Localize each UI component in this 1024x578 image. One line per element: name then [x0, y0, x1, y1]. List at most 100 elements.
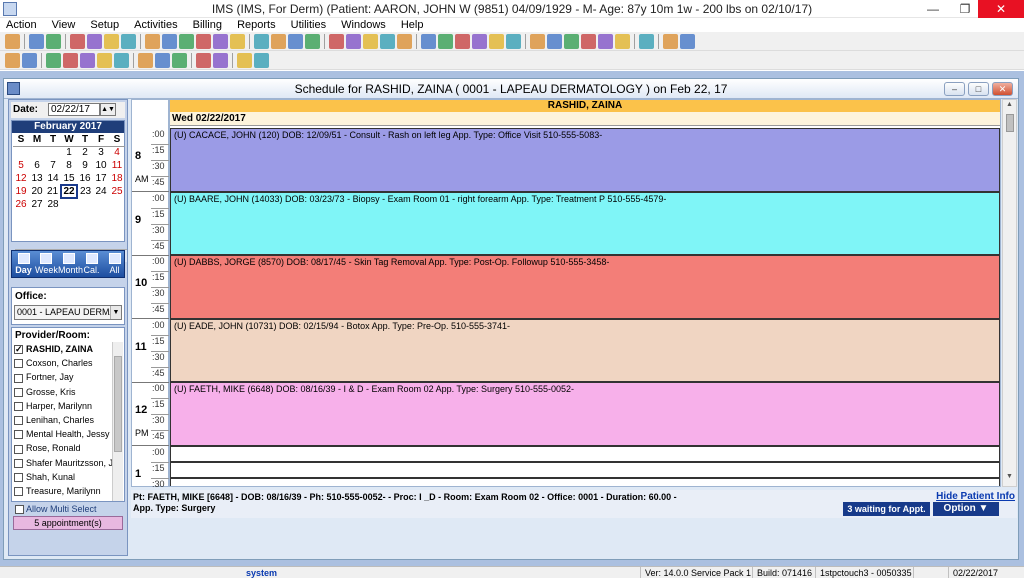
- multi-select-checkbox[interactable]: [15, 505, 24, 515]
- notes-icon[interactable]: [615, 34, 630, 49]
- document-icon[interactable]: [472, 34, 487, 49]
- provider-item[interactable]: Shafer Mauritzsson, Ja: [14, 456, 112, 470]
- medic-icon[interactable]: [254, 34, 269, 49]
- print-icon[interactable]: [138, 53, 153, 68]
- diagnosis-icon[interactable]: [271, 34, 286, 49]
- provider-checkbox[interactable]: [14, 373, 23, 383]
- provider-checkbox[interactable]: [14, 487, 23, 497]
- last-icon[interactable]: [97, 53, 112, 68]
- help-icon[interactable]: [639, 34, 654, 49]
- view-day-button[interactable]: Day: [13, 251, 34, 279]
- date-input[interactable]: 02/22/17: [48, 103, 100, 116]
- help2-icon[interactable]: [237, 53, 252, 68]
- view-all-button[interactable]: All: [104, 251, 125, 279]
- menu-windows[interactable]: Windows: [335, 18, 392, 32]
- folder-icon[interactable]: [70, 34, 85, 49]
- link-icon[interactable]: [22, 53, 37, 68]
- scroll-thumb[interactable]: [1006, 114, 1014, 132]
- menu-setup[interactable]: Setup: [84, 18, 125, 32]
- calendar-day[interactable]: 26: [13, 198, 29, 211]
- allow-multi-select[interactable]: Allow Multi Select: [15, 504, 97, 515]
- calendar-day[interactable]: 23: [77, 185, 93, 198]
- scroll-up-icon[interactable]: ▲: [1003, 101, 1016, 113]
- pen-icon[interactable]: [346, 34, 361, 49]
- user-icon[interactable]: [29, 34, 44, 49]
- binoculars-icon[interactable]: [5, 53, 20, 68]
- safe-icon[interactable]: [421, 34, 436, 49]
- provider-checkbox[interactable]: [14, 401, 23, 411]
- appointment-block[interactable]: (U) FAETH, MIKE (6648) DOB: 08/16/39 - I…: [170, 382, 1000, 446]
- phone-icon[interactable]: [598, 34, 613, 49]
- provider-item[interactable]: Fortner, Jay: [14, 370, 112, 384]
- child-minimize-button[interactable]: –: [944, 82, 965, 96]
- calendar-day[interactable]: 19: [13, 185, 29, 198]
- prev-icon[interactable]: [63, 53, 78, 68]
- exit-icon[interactable]: [680, 34, 695, 49]
- check-icon[interactable]: [380, 34, 395, 49]
- provider-checkbox[interactable]: ✓: [14, 345, 23, 355]
- calendar-day[interactable]: 9: [77, 159, 93, 172]
- calendar-day[interactable]: 4: [109, 146, 125, 159]
- calendar-day[interactable]: 10: [93, 159, 109, 172]
- calendar-day[interactable]: 1: [61, 146, 77, 159]
- calendar-day[interactable]: 20: [29, 185, 45, 198]
- menu-action[interactable]: Action: [0, 18, 43, 32]
- sync-icon[interactable]: [506, 34, 521, 49]
- calendar-day[interactable]: 3: [93, 146, 109, 159]
- provider-item[interactable]: Treasure, Marilynn: [14, 484, 112, 498]
- calendar-day[interactable]: 28: [45, 198, 61, 211]
- view-cal-button[interactable]: Cal.: [81, 251, 102, 279]
- calendar-day[interactable]: 24: [93, 185, 109, 198]
- calendar-day[interactable]: 25: [109, 185, 125, 198]
- provider-checkbox[interactable]: [14, 359, 23, 369]
- calendar-day[interactable]: 21: [45, 185, 61, 198]
- lock-icon[interactable]: [663, 34, 678, 49]
- calendar-day[interactable]: 11: [109, 159, 125, 172]
- provider-item[interactable]: Shah, Kunal: [14, 470, 112, 484]
- empty-time-slot[interactable]: [170, 445, 1000, 462]
- minimize-button[interactable]: —: [918, 0, 948, 18]
- child-close-button[interactable]: ✕: [992, 82, 1013, 96]
- image-icon[interactable]: [104, 34, 119, 49]
- appointment-block[interactable]: (U) BAARE, JOHN (14033) DOB: 03/23/73 - …: [170, 191, 1000, 255]
- people-icon[interactable]: [230, 34, 245, 49]
- empty-time-slot[interactable]: [170, 461, 1000, 478]
- waiting-button[interactable]: 3 waiting for Appt.: [843, 502, 930, 516]
- puzzle-icon[interactable]: [305, 34, 320, 49]
- map-icon[interactable]: [329, 34, 344, 49]
- refresh-icon[interactable]: [172, 53, 187, 68]
- provider-checkbox[interactable]: [14, 444, 23, 454]
- child-restore-button[interactable]: □: [968, 82, 989, 96]
- calendar-day[interactable]: 2: [77, 146, 93, 159]
- menu-view[interactable]: View: [46, 18, 82, 32]
- view-week-button[interactable]: Week: [35, 251, 58, 279]
- chart-icon[interactable]: [87, 34, 102, 49]
- provider-checkbox[interactable]: [14, 387, 23, 397]
- login-icon[interactable]: [5, 34, 20, 49]
- provider-checkbox[interactable]: [14, 416, 23, 426]
- provider-item[interactable]: Mental Health, Jessy: [14, 427, 112, 441]
- first-icon[interactable]: [46, 53, 61, 68]
- calendar-day[interactable]: 5: [13, 159, 29, 172]
- view-month-button[interactable]: Month: [58, 251, 83, 279]
- provider-scrollbar[interactable]: [112, 342, 123, 501]
- calendar-icon[interactable]: [162, 34, 177, 49]
- office-select[interactable]: 0001 - LAPEAU DERMATO ▼: [14, 305, 122, 320]
- option-button[interactable]: Option ▼: [933, 502, 999, 516]
- chart2-icon[interactable]: [196, 53, 211, 68]
- users-icon[interactable]: [46, 34, 61, 49]
- date-spinner[interactable]: ▲▼: [100, 103, 116, 116]
- calendar-day[interactable]: 27: [29, 198, 45, 211]
- provider-checkbox[interactable]: [14, 430, 23, 440]
- scanner-icon[interactable]: [564, 34, 579, 49]
- menu-activities[interactable]: Activities: [128, 18, 183, 32]
- calendar-day[interactable]: 18: [109, 172, 125, 185]
- calculator-icon[interactable]: [397, 34, 412, 49]
- camera-icon[interactable]: [581, 34, 596, 49]
- calendar-day[interactable]: 17: [93, 172, 109, 185]
- connect-icon[interactable]: [489, 34, 504, 49]
- shield-icon[interactable]: [145, 34, 160, 49]
- contacts-icon[interactable]: [288, 34, 303, 49]
- provider-checkbox[interactable]: [14, 472, 23, 482]
- grid-scrollbar[interactable]: ▲ ▼: [1002, 99, 1017, 487]
